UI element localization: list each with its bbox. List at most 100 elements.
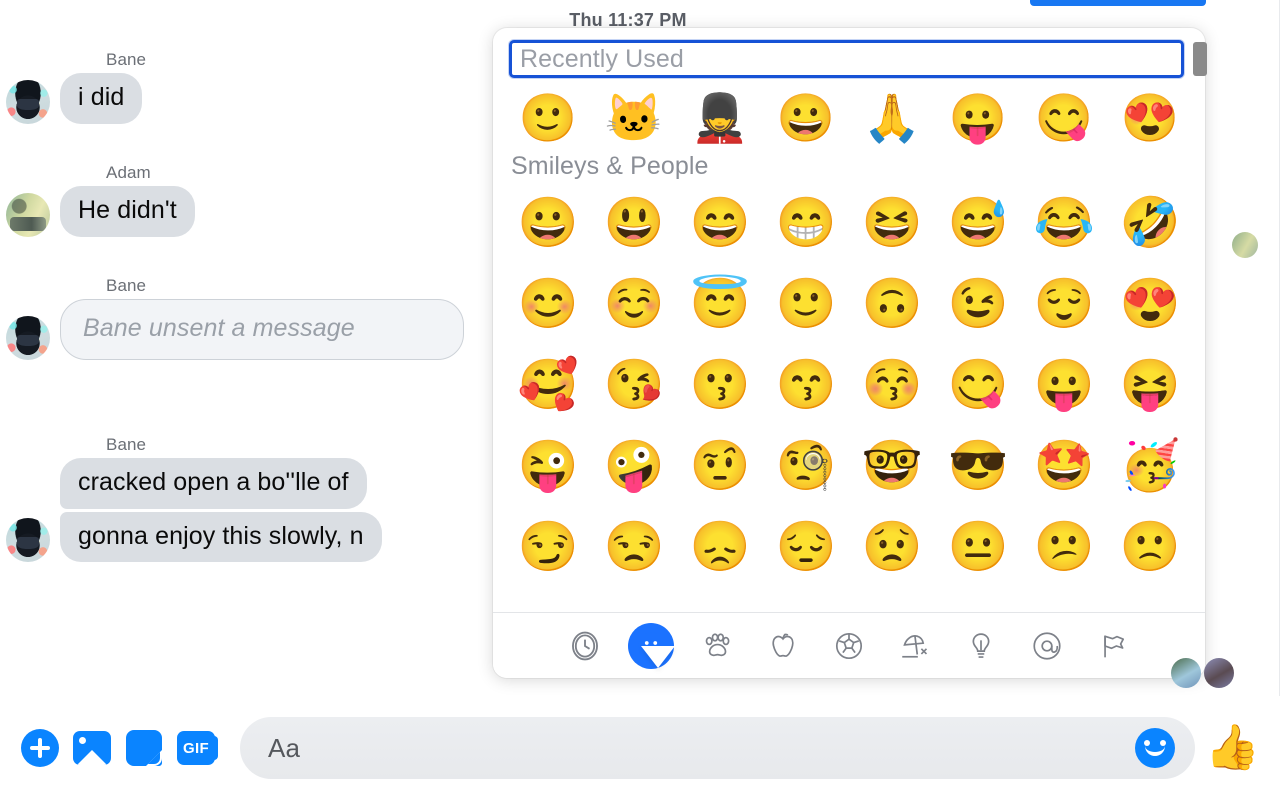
emoji-item[interactable]: 😕	[1021, 507, 1107, 588]
photo-button[interactable]	[66, 722, 118, 774]
message-row: i did	[0, 73, 146, 124]
like-button[interactable]: 👍	[1205, 726, 1260, 770]
read-receipt-avatar	[1204, 658, 1234, 688]
tab-flags[interactable]	[1090, 623, 1136, 669]
emoji-category-tabs[interactable]	[493, 612, 1205, 678]
message-row: He didn't	[0, 186, 195, 237]
message-bubble[interactable]: i did	[60, 73, 143, 124]
emoji-item[interactable]: 😐	[935, 507, 1021, 588]
emoji-picker[interactable]: Recently Used 🙂 🐱 💂 😀 🙏 😛 😋 😍 Smileys & People …	[493, 28, 1207, 678]
read-receipts	[1171, 658, 1234, 688]
avatar[interactable]	[6, 518, 50, 562]
emoji-item[interactable]: 🥰	[505, 345, 591, 426]
recent-emoji[interactable]: 🙏	[849, 84, 935, 150]
emoji-item[interactable]: 😍	[1107, 264, 1193, 345]
emoji-item[interactable]: 😜	[505, 426, 591, 507]
avatar[interactable]	[6, 79, 50, 124]
recent-emoji[interactable]: 🐱	[591, 84, 677, 150]
emoji-item[interactable]: 🥳	[1107, 426, 1193, 507]
gif-button[interactable]: GIF	[170, 722, 222, 774]
top-highlight-bar	[1030, 0, 1206, 6]
recent-emoji[interactable]: 😀	[763, 84, 849, 150]
emoji-item[interactable]: 😛	[1021, 345, 1107, 426]
emoji-item[interactable]: 😉	[935, 264, 1021, 345]
emoji-item[interactable]: 😘	[591, 345, 677, 426]
recent-emoji[interactable]: 💂	[677, 84, 763, 150]
emoji-item[interactable]: 😅	[935, 183, 1021, 264]
sender-name: Bane	[106, 50, 147, 69]
emoji-item[interactable]: 😙	[763, 345, 849, 426]
tab-activity[interactable]	[826, 623, 872, 669]
avatar[interactable]	[6, 192, 50, 237]
message-bubble[interactable]: He didn't	[60, 186, 195, 237]
emoji-item[interactable]: 😆	[849, 183, 935, 264]
emoji-grid[interactable]: 😀 😃 😄 😁 😆 😅 😂 🤣 😊 ☺️ 😇 🙂 🙃 😉 😌 😍 🥰 😘 😗 😙 😚 😋 😛 😝 😜 🤪 🤨 🧐 🤓 😎 🤩 🥳 😏 😒 😞 😔 😟 😐 😕…	[493, 183, 1205, 612]
emoji-item[interactable]: 😏	[505, 507, 591, 588]
emoji-item[interactable]: 😒	[591, 507, 677, 588]
emoji-item[interactable]: 😞	[677, 507, 763, 588]
emoji-picker-button[interactable]	[1135, 728, 1176, 768]
picker-scrollbar[interactable]	[1193, 42, 1207, 76]
emoji-item[interactable]: 🤩	[1021, 426, 1107, 507]
emoji-item[interactable]: 😂	[1021, 183, 1107, 264]
message-bubble[interactable]: gonna enjoy this slowly, n	[60, 511, 382, 562]
emoji-item[interactable]: 🤣	[1107, 183, 1193, 264]
tab-symbols[interactable]	[1024, 623, 1070, 669]
emoji-item[interactable]: 🧐	[763, 426, 849, 507]
emoji-item[interactable]: 🙂	[763, 264, 849, 345]
recently-used-row[interactable]: 🙂 🐱 💂 😀 🙏 😛 😋 😍	[493, 78, 1205, 150]
emoji-item[interactable]: 😗	[677, 345, 763, 426]
recent-emoji[interactable]: 🙂	[505, 84, 591, 150]
add-attachment-button[interactable]	[14, 722, 66, 774]
emoji-item[interactable]: 😁	[763, 183, 849, 264]
emoji-item[interactable]: ☺️	[591, 264, 677, 345]
tab-recent[interactable]	[562, 623, 608, 669]
emoji-item[interactable]: 😇	[677, 264, 763, 345]
message-group: Bane Bane unsent a message	[0, 276, 464, 360]
emoji-item[interactable]: 😚	[849, 345, 935, 426]
unsent-message-bubble: Bane unsent a message	[60, 299, 464, 360]
emoji-item[interactable]: 😟	[849, 507, 935, 588]
message-input-placeholder: Aa	[268, 732, 301, 763]
message-group: Bane i did	[0, 50, 146, 124]
emoji-search-input[interactable]: Recently Used	[509, 40, 1184, 78]
message-composer: GIF Aa 👍	[0, 696, 1280, 800]
emoji-item[interactable]: 😄	[677, 183, 763, 264]
avatar[interactable]	[1232, 232, 1258, 258]
emoji-item[interactable]: 😊	[505, 264, 591, 345]
tab-objects[interactable]	[958, 623, 1004, 669]
picker-pointer	[641, 646, 675, 668]
sticker-icon	[126, 730, 162, 766]
message-bubble[interactable]: cracked open a bo''lle of	[60, 458, 367, 509]
message-input[interactable]: Aa	[240, 717, 1196, 779]
emoji-item[interactable]: 🙃	[849, 264, 935, 345]
emoji-item[interactable]: 🙁	[1107, 507, 1193, 588]
message-row: gonna enjoy this slowly, n	[0, 511, 382, 562]
recent-emoji[interactable]: 😍	[1107, 84, 1193, 150]
emoji-item[interactable]: 😋	[935, 345, 1021, 426]
message-row: Bane unsent a message	[0, 299, 464, 360]
tab-food[interactable]	[760, 623, 806, 669]
emoji-icon-mouth	[1145, 746, 1166, 756]
avatar[interactable]	[6, 315, 50, 360]
messenger-window: Bane i did Adam He didn't Bane Bane unse…	[0, 0, 1280, 800]
sender-name: Adam	[106, 163, 151, 182]
recent-emoji[interactable]: 😛	[935, 84, 1021, 150]
emoji-item[interactable]: 😝	[1107, 345, 1193, 426]
emoji-search-row: Recently Used	[509, 40, 1207, 78]
emoji-item[interactable]: 😎	[935, 426, 1021, 507]
message-row: cracked open a bo''lle of	[0, 458, 382, 512]
emoji-item[interactable]: 😔	[763, 507, 849, 588]
emoji-item[interactable]: 😃	[591, 183, 677, 264]
sender-name: Bane	[106, 276, 147, 295]
tab-travel[interactable]	[892, 623, 938, 669]
tab-animals[interactable]	[694, 623, 740, 669]
recent-emoji[interactable]: 😋	[1021, 84, 1107, 150]
emoji-item[interactable]: 😌	[1021, 264, 1107, 345]
emoji-item[interactable]: 🤪	[591, 426, 677, 507]
emoji-item[interactable]: 😀	[505, 183, 591, 264]
sticker-button[interactable]	[118, 722, 170, 774]
emoji-item[interactable]: 🤨	[677, 426, 763, 507]
message-group: Adam He didn't	[0, 163, 195, 237]
emoji-item[interactable]: 🤓	[849, 426, 935, 507]
